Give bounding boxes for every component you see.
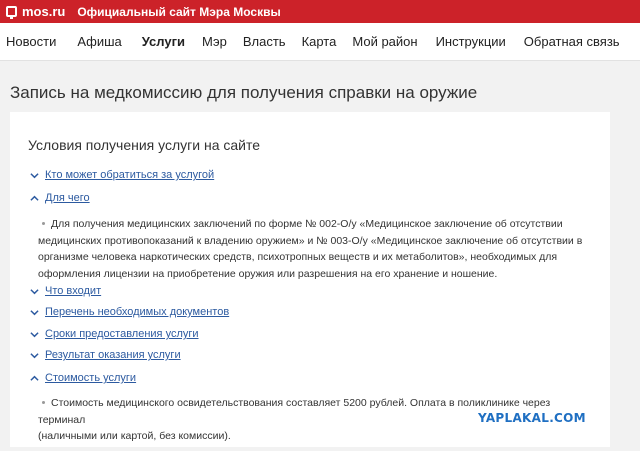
nav-item-government[interactable]: Власть xyxy=(243,34,286,49)
accordion-purpose[interactable]: Для чего xyxy=(30,192,90,204)
site-logo[interactable]: mos.ru xyxy=(22,4,65,19)
purpose-line: организме человека наркотических средств… xyxy=(38,251,558,263)
site-subtitle: Официальный сайт Мэра Москвы xyxy=(77,4,281,19)
chevron-down-icon xyxy=(30,352,39,358)
main-nav: Новости Афиша Услуги Мэр Власть Карта Мо… xyxy=(0,23,640,61)
accordion-result[interactable]: Результат оказания услуги xyxy=(30,349,181,361)
nav-item-map[interactable]: Карта xyxy=(302,34,337,49)
accordion-label: Стоимость услуги xyxy=(45,372,137,384)
accordion-who-can-apply[interactable]: Кто может обратиться за услугой xyxy=(30,169,214,181)
bullet-icon xyxy=(42,221,45,225)
service-conditions-card: Условия получения услуги на сайте Кто мо… xyxy=(10,112,610,447)
mos-logo-icon[interactable] xyxy=(6,6,17,19)
accordion-label: Сроки предоставления услуги xyxy=(45,328,199,340)
nav-item-my-district[interactable]: Мой район xyxy=(352,34,417,49)
chevron-up-icon xyxy=(30,375,39,381)
accordion-what-included[interactable]: Что входит xyxy=(30,285,101,297)
chevron-down-icon xyxy=(30,331,39,337)
accordion-terms[interactable]: Сроки предоставления услуги xyxy=(30,328,199,340)
section-title: Условия получения услуги на сайте xyxy=(28,137,261,153)
accordion-label: Результат оказания услуги xyxy=(45,349,181,361)
bullet-icon xyxy=(42,400,45,404)
purpose-description: Для получения медицинских заключений по … xyxy=(38,216,598,282)
nav-item-news[interactable]: Новости xyxy=(6,34,56,49)
nav-item-services[interactable]: Услуги xyxy=(142,34,185,49)
watermark: YAPLAKAL.COM xyxy=(478,411,586,425)
accordion-label: Перечень необходимых документов xyxy=(45,306,230,318)
purpose-line: медицинских противопоказаний к владению … xyxy=(38,234,583,247)
chevron-up-icon xyxy=(30,195,39,201)
nav-item-mayor[interactable]: Мэр xyxy=(202,34,227,49)
nav-item-feedback[interactable]: Обратная связь xyxy=(524,34,620,49)
nav-item-afisha[interactable]: Афиша xyxy=(77,34,121,49)
chevron-down-icon xyxy=(30,172,39,178)
accordion-cost[interactable]: Стоимость услуги xyxy=(30,372,136,384)
chevron-down-icon xyxy=(30,288,39,294)
chevron-down-icon xyxy=(30,309,39,315)
accordion-label: Кто может обратиться за услугой xyxy=(45,169,215,181)
page-title: Запись на медкомиссию для получения спра… xyxy=(10,83,478,102)
accordion-label: Для чего xyxy=(45,192,90,204)
nav-item-instructions[interactable]: Инструкции xyxy=(436,34,506,49)
purpose-line: оформления лицензии на приобретение оруж… xyxy=(38,267,498,280)
top-bar: mos.ru Официальный сайт Мэра Москвы xyxy=(0,0,640,23)
accordion-label: Что входит xyxy=(45,285,102,297)
accordion-documents[interactable]: Перечень необходимых документов xyxy=(30,306,229,318)
cost-line: (наличными или картой, без комиссии). xyxy=(38,430,231,442)
purpose-line: Для получения медицинских заключений по … xyxy=(38,216,598,233)
